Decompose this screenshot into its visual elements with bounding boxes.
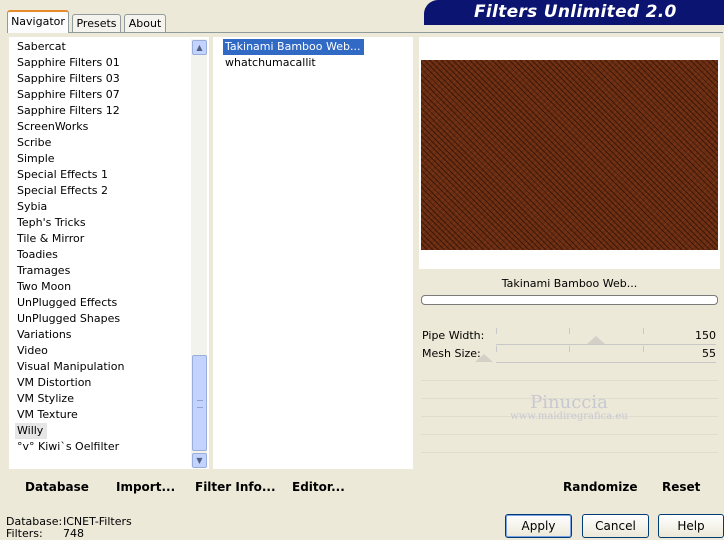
preview-image (421, 60, 718, 250)
category-item[interactable]: Video (15, 343, 190, 359)
category-item[interactable]: UnPlugged Shapes (15, 311, 190, 327)
status-filters-label: Filters: (6, 527, 43, 540)
category-item[interactable]: Variations (15, 327, 190, 343)
category-list-panel[interactable]: Sabercat Sapphire Filters 01 Sapphire Filt… (9, 37, 209, 469)
import-button[interactable]: Import... (116, 480, 175, 494)
category-item[interactable]: Tramages (15, 263, 190, 279)
category-item[interactable]: Special Effects 1 (15, 167, 190, 183)
category-item[interactable]: Visual Manipulation (15, 359, 190, 375)
scroll-down-button[interactable]: ▼ (192, 453, 207, 468)
param-value-mesh-size: 55 (702, 347, 716, 360)
category-item[interactable]: VM Stylize (15, 391, 190, 407)
category-item[interactable]: Sabercat (15, 39, 190, 55)
filter-info-button[interactable]: Filter Info... (195, 480, 276, 494)
category-item[interactable]: Two Moon (15, 279, 190, 295)
filter-item[interactable]: Takinami Bamboo Web... (223, 39, 365, 55)
category-item[interactable]: Sapphire Filters 03 (15, 71, 190, 87)
filter-list[interactable]: Takinami Bamboo Web... whatchumacallit (223, 39, 403, 71)
watermark-url: www.maidiregrafica.eu (510, 411, 628, 422)
slider-thumb-pipe-width[interactable] (587, 336, 605, 344)
reset-button[interactable]: Reset (662, 480, 700, 494)
param-row-divider (421, 380, 718, 381)
apply-button[interactable]: Apply (505, 514, 572, 538)
filter-name-label: Takinami Bamboo Web... (501, 277, 638, 290)
tab-about[interactable]: About (124, 14, 166, 32)
cancel-button[interactable]: Cancel (582, 514, 649, 538)
scroll-up-button[interactable]: ▲ (192, 40, 207, 55)
slider-tick (569, 328, 570, 334)
category-item[interactable]: Sapphire Filters 07 (15, 87, 190, 103)
grip-icon (197, 400, 203, 408)
param-row-divider (421, 452, 718, 453)
category-item[interactable]: ScreenWorks (15, 119, 190, 135)
slider-pipe-width[interactable] (496, 344, 716, 345)
category-item[interactable]: °v° Kiwi`s Oelfilter (15, 439, 190, 455)
filter-list-panel[interactable]: Takinami Bamboo Web... whatchumacallit (213, 37, 413, 469)
param-label-pipe-width: Pipe Width: (422, 329, 485, 342)
help-button[interactable]: Help (658, 514, 724, 538)
tab-presets[interactable]: Presets (72, 14, 121, 32)
watermark-name: Pinuccia (530, 392, 608, 413)
param-value-pipe-width: 150 (695, 329, 716, 342)
editor-button[interactable]: Editor... (292, 480, 345, 494)
category-item[interactable]: Special Effects 2 (15, 183, 190, 199)
randomize-button[interactable]: Randomize (563, 480, 637, 494)
category-item[interactable]: UnPlugged Effects (15, 295, 190, 311)
slider-tick (643, 328, 644, 334)
category-item[interactable]: Sybia (15, 199, 190, 215)
category-item[interactable]: Toadies (15, 247, 190, 263)
tab-navigator[interactable]: Navigator (7, 10, 69, 33)
category-item[interactable]: Tile & Mirror (15, 231, 190, 247)
slider-tick (569, 346, 570, 352)
category-item[interactable]: Sapphire Filters 12 (15, 103, 190, 119)
category-item[interactable]: Simple (15, 151, 190, 167)
category-item[interactable]: Teph's Tricks (15, 215, 190, 231)
app-title: Filters Unlimited 2.0 (474, 2, 677, 22)
category-item[interactable]: VM Distortion (15, 375, 190, 391)
slider-tick (496, 346, 497, 352)
filter-item[interactable]: whatchumacallit (223, 55, 403, 71)
progress-bar (421, 295, 718, 305)
slider-mesh-size[interactable] (496, 362, 716, 363)
param-label-mesh-size: Mesh Size: (422, 347, 481, 360)
status-filters-value: 748 (63, 527, 84, 540)
scroll-thumb[interactable] (192, 355, 207, 451)
watermark: Pinuccia www.maidiregrafica.eu (494, 392, 644, 422)
slider-tick (643, 346, 644, 352)
category-item[interactable]: Willy (15, 423, 48, 439)
category-list[interactable]: Sabercat Sapphire Filters 01 Sapphire Filt… (15, 39, 190, 455)
category-item[interactable]: Scribe (15, 135, 190, 151)
slider-tick (496, 328, 497, 334)
database-button[interactable]: Database (25, 480, 89, 494)
slider-thumb-mesh-size[interactable] (475, 354, 493, 362)
category-item[interactable]: VM Texture (15, 407, 190, 423)
category-item[interactable]: Sapphire Filters 01 (15, 55, 190, 71)
param-row-divider (421, 434, 718, 435)
